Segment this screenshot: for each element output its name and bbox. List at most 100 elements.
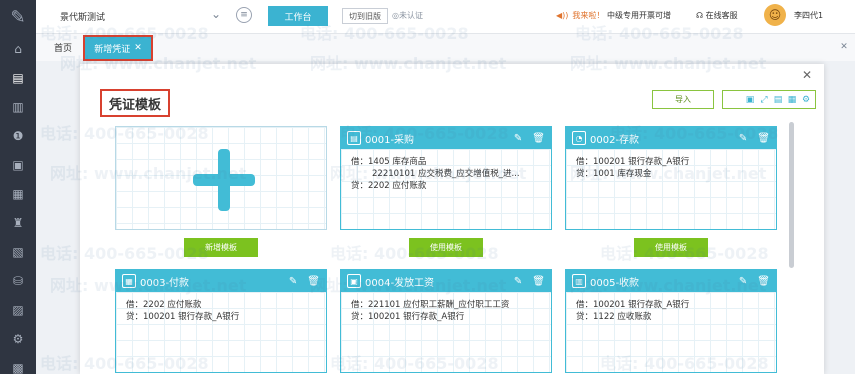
user-name[interactable]: 李四代1 — [794, 10, 823, 21]
settings-icon[interactable]: ⚙ — [799, 95, 813, 105]
template-card[interactable]: ▤ 0001-采购 ✎ 🗑 借：1405 库存商品 22210101 应交税费_应交增值税… — [340, 126, 552, 230]
entry-account: 100201 银行存款_A银行 — [143, 312, 240, 322]
entry-account: 1405 库存商品 — [368, 157, 427, 167]
report-icon[interactable]: ▦ — [0, 179, 36, 208]
toolbar: ▣ ⤢ ▤ ▦ ⚙ — [722, 90, 816, 109]
trash-icon[interactable]: 🗑 — [757, 276, 770, 287]
plus-icon-bar[interactable] — [193, 174, 255, 186]
template-card-header: ▦ 0003-付款 ✎ 🗑 — [116, 270, 326, 292]
shield-icon: ◎ — [392, 11, 399, 20]
template-entry-line: 借：2202 应付账款 — [126, 298, 316, 310]
account-selector[interactable]: 景代斯测试 — [60, 10, 105, 23]
home-icon[interactable]: ⌂ — [0, 34, 36, 63]
chart-icon[interactable]: ▥ — [0, 92, 36, 121]
receipt-icon[interactable]: ▨ — [0, 295, 36, 324]
entry-direction: 贷： — [351, 312, 369, 322]
workbench-button[interactable]: 工作台 — [268, 6, 328, 26]
entry-direction: 借： — [351, 300, 369, 310]
feather-logo-icon: ✎ — [10, 6, 26, 28]
tabs-bar: 首页 新增凭证 ✕ ✕ — [36, 34, 855, 61]
entry-direction: 借： — [126, 300, 144, 310]
print-icon[interactable]: ▤ — [771, 95, 785, 105]
chevron-down-icon[interactable]: ⌄ — [211, 7, 221, 21]
notice-link[interactable]: 中级专用开票可增 — [607, 11, 671, 20]
entry-account: 221101 应付职工薪酬_应付职工工资 — [368, 300, 510, 310]
add-template-card[interactable] — [115, 126, 327, 230]
template-card[interactable]: ▣ 0004-发放工资 ✎ 🗑 借：221101 应付职工薪酬_应付职工工资 贷：1002… — [340, 269, 552, 373]
template-entries: 借：1405 库存商品 22210101 应交税费_应交增值税_进... 贷：220… — [341, 149, 551, 229]
entry-direction: 借： — [576, 300, 594, 310]
invoice-icon[interactable]: ▧ — [0, 237, 36, 266]
trash-icon[interactable]: 🗑 — [532, 276, 545, 287]
entry-account: 100201 银行存款_A银行 — [593, 157, 690, 167]
money-bag-icon[interactable]: ❶ — [0, 121, 36, 150]
notice-banner[interactable]: ◀)) 我来啦！ 中级专用开票可增 — [556, 10, 671, 21]
import-button[interactable]: 导入 — [652, 90, 714, 109]
save-icon[interactable]: ▣ — [743, 95, 757, 105]
purchase-icon: ▤ — [347, 131, 361, 145]
entry-direction: 借： — [351, 157, 369, 167]
tab-new-voucher-label: 新增凭证 — [94, 44, 131, 55]
template-entries: 借：2202 应付账款 贷：100201 银行存款_A银行 — [116, 292, 326, 372]
dialog-title: 凭证模板 — [100, 89, 170, 117]
edit-icon[interactable]: ✎ — [514, 276, 522, 287]
tab-new-voucher[interactable]: 新增凭证 ✕ — [83, 35, 153, 61]
entry-account: 1001 库存现金 — [593, 169, 652, 179]
template-entry-line: 借：100201 银行存款_A银行 — [576, 155, 766, 167]
template-code: 0003-付款 — [140, 277, 190, 289]
use-template-button[interactable]: 使用模板 — [409, 238, 483, 257]
template-code: 0001-采购 — [365, 134, 415, 146]
template-card[interactable]: ◔ 0002-存款 ✎ 🗑 借：100201 银行存款_A银行 贷：1001 库存现金 — [565, 126, 777, 230]
switch-old-version-button[interactable]: 切到旧版 — [342, 8, 388, 24]
template-entry-line: 借：100201 银行存款_A银行 — [576, 298, 766, 310]
trash-icon[interactable]: 🗑 — [307, 276, 320, 287]
verify-status[interactable]: ◎未认证 — [392, 10, 423, 21]
voucher-template-dialog: ✕ 凭证模板 导入 ▣ ⤢ ▤ ▦ ⚙ 新增模板 ▤ 0001-采购 ✎ 🗑 借：140… — [80, 64, 824, 374]
headset-icon: ☊ — [696, 11, 704, 20]
expand-icon[interactable]: ⤢ — [757, 95, 771, 105]
template-entry-line: 贷：2202 应付账款 — [351, 179, 541, 191]
template-card-header: ▣ 0004-发放工资 ✎ 🗑 — [341, 270, 551, 292]
edit-icon[interactable]: ✎ — [739, 276, 747, 287]
book-icon[interactable]: ▣ — [0, 150, 36, 179]
lock-icon[interactable]: ▩ — [0, 353, 36, 374]
online-service-label: 在线客服 — [705, 11, 738, 20]
template-code: 0005-收款 — [590, 277, 640, 289]
close-icon[interactable]: ✕ — [802, 68, 812, 82]
template-code: 0002-存款 — [590, 134, 640, 146]
template-entries: 借：100201 银行存款_A银行 贷：1001 库存现金 — [566, 149, 776, 229]
template-card-header: ◔ 0002-存款 ✎ 🗑 — [566, 127, 776, 149]
close-icon[interactable]: ✕ — [134, 43, 142, 53]
user-menu[interactable]: ☺ 李四代1 — [764, 4, 823, 26]
entry-account: 1122 应收账款 — [593, 312, 652, 322]
entry-direction: 借： — [576, 157, 594, 167]
entry-direction: 贷： — [351, 181, 369, 191]
account-menu-icon[interactable]: ≡ — [236, 7, 252, 23]
template-entry-line: 贷：1122 应收账款 — [576, 310, 766, 322]
tab-close-all-icon[interactable]: ✕ — [837, 40, 851, 54]
template-card-header: ▥ 0005-收款 ✎ 🗑 — [566, 270, 776, 292]
template-card[interactable]: ▦ 0003-付款 ✎ 🗑 借：2202 应付账款 贷：100201 银行存款_A银行 — [115, 269, 327, 373]
notice-text: 我来啦！ — [572, 11, 605, 20]
online-service-button[interactable]: ☊ 在线客服 — [696, 10, 738, 21]
edit-icon[interactable]: ✎ — [739, 133, 747, 144]
avatar[interactable]: ☺ — [764, 4, 786, 26]
template-entries: 借：221101 应付职工薪酬_应付职工工资 贷：100201 银行存款_A银行 — [341, 292, 551, 372]
payment-icon: ▦ — [122, 274, 136, 288]
bank-icon[interactable]: ♜ — [0, 208, 36, 237]
voucher-icon[interactable]: ▤ — [0, 63, 36, 92]
export-icon[interactable]: ▦ — [785, 95, 799, 105]
trash-icon[interactable]: 🗑 — [757, 133, 770, 144]
template-entry-line: 22210101 应交税费_应交增值税_进... — [351, 167, 541, 179]
settings-icon[interactable]: ⚙ — [0, 324, 36, 353]
edit-icon[interactable]: ✎ — [514, 133, 522, 144]
edit-icon[interactable]: ✎ — [289, 276, 297, 287]
tab-home[interactable]: 首页 — [54, 41, 72, 54]
scrollbar[interactable] — [789, 122, 794, 268]
template-card[interactable]: ▥ 0005-收款 ✎ 🗑 借：100201 银行存款_A银行 贷：1122 应收账款 — [565, 269, 777, 373]
trash-icon[interactable]: 🗑 — [532, 133, 545, 144]
use-template-button[interactable]: 使用模板 — [634, 238, 708, 257]
cart-icon[interactable]: ⛁ — [0, 266, 36, 295]
add-template-button[interactable]: 新增模板 — [184, 238, 258, 257]
entry-direction: 贷： — [576, 312, 594, 322]
